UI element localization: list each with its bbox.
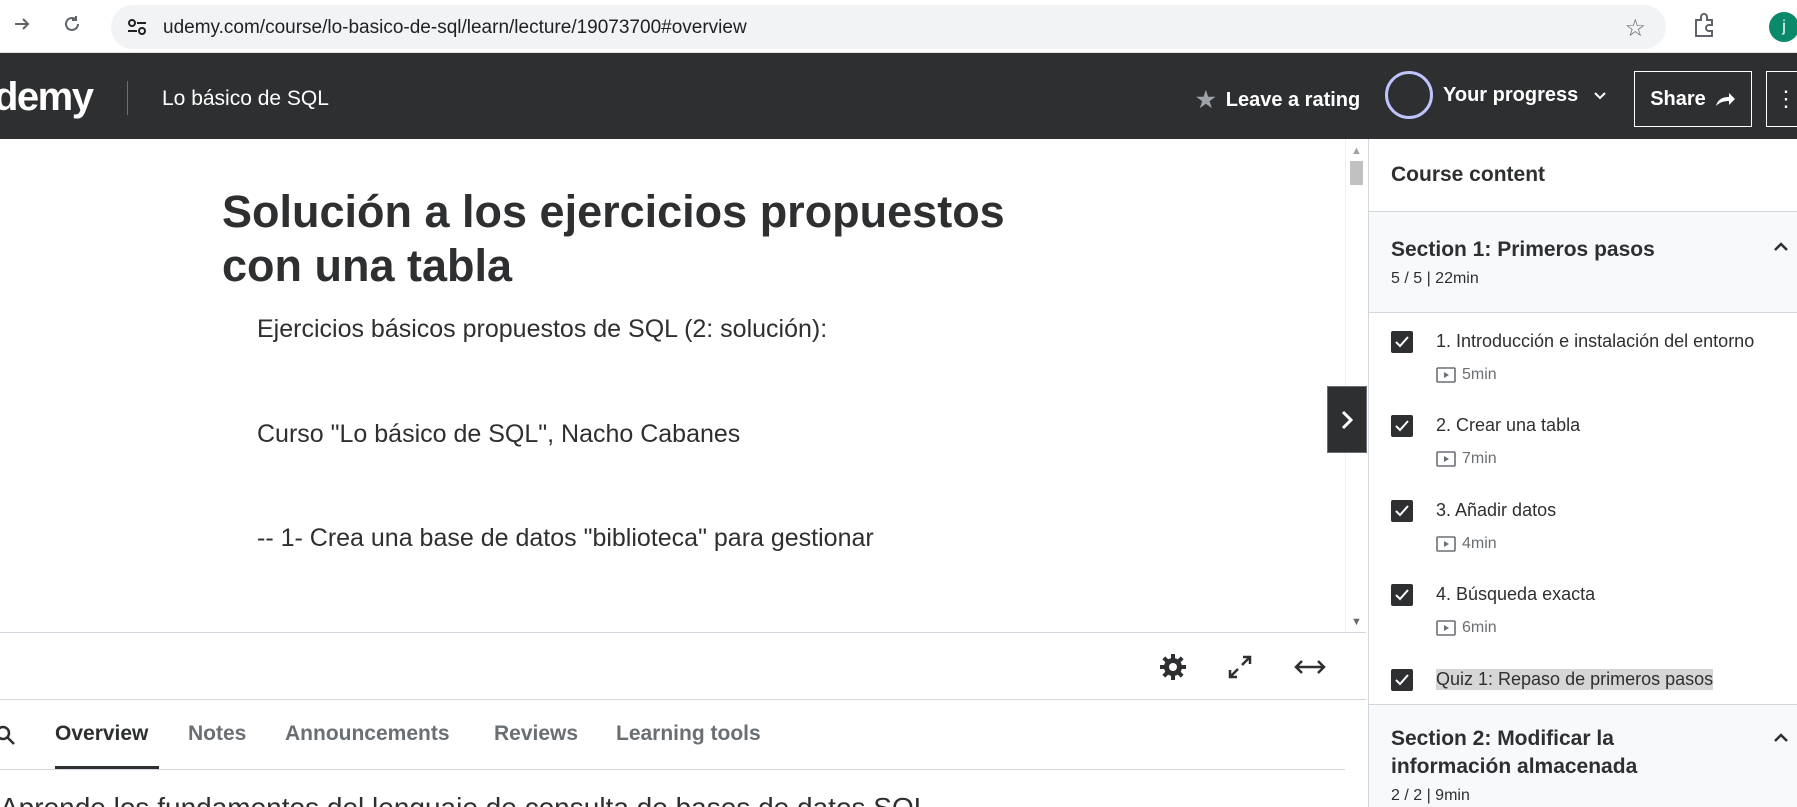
tab-overview[interactable]: Overview: [55, 722, 148, 746]
horizontal-arrows-icon: [1294, 660, 1326, 674]
completed-checkbox[interactable]: [1391, 584, 1413, 606]
lesson-meta: 4min: [1436, 535, 1497, 553]
chevron-up-icon: [1774, 242, 1788, 251]
header-divider: [127, 81, 128, 115]
settings-button[interactable]: [1155, 649, 1191, 685]
completed-checkbox[interactable]: [1391, 500, 1413, 522]
leave-rating-label: Leave a rating: [1225, 88, 1361, 111]
section-header[interactable]: Section 2: Modificar la información alma…: [1369, 704, 1797, 807]
lesson-meta: 7min: [1436, 450, 1497, 468]
course-title-link[interactable]: Lo básico de SQL: [162, 87, 329, 111]
tab-announcements[interactable]: Announcements: [285, 722, 450, 746]
lesson-title: 1. Introducción e instalación del entorn…: [1436, 331, 1755, 351]
expand-icon: [1228, 655, 1252, 679]
forward-icon[interactable]: [10, 12, 34, 36]
extensions-icon[interactable]: [1692, 12, 1718, 38]
section-title: Section 2: Modificar la información alma…: [1391, 727, 1638, 778]
video-icon: [1436, 620, 1456, 636]
your-progress-label: Your progress: [1443, 83, 1579, 106]
lesson-item[interactable]: 2. Crear una tabla 7min: [1369, 403, 1797, 487]
star-icon: ★: [1196, 87, 1216, 112]
lesson-duration: 7min: [1462, 450, 1497, 467]
lecture-paragraph: -- 1- Crea una base de datos "biblioteca…: [257, 524, 874, 552]
your-progress-button[interactable]: Your progress: [1385, 71, 1608, 119]
check-icon: [1395, 420, 1409, 432]
course-content-sidebar: Course content Section 1: Primeros pasos…: [1368, 139, 1797, 807]
toggle-sidebar-button[interactable]: [1327, 386, 1367, 453]
reload-icon[interactable]: [60, 12, 84, 36]
lecture-title: Solución a los ejercicios propuestos con…: [222, 186, 1005, 291]
expanded-view-button[interactable]: [1292, 649, 1328, 685]
active-tab-indicator: [55, 766, 159, 769]
lesson-title: 3. Añadir datos: [1436, 500, 1557, 520]
more-options-button[interactable]: ⋮: [1766, 71, 1797, 127]
address-bar[interactable]: udemy.com/course/lo-basico-de-sql/learn/…: [111, 5, 1666, 49]
scroll-down-arrow-icon[interactable]: ▼: [1351, 616, 1362, 628]
lesson-duration: 5min: [1462, 366, 1497, 383]
url-text[interactable]: udemy.com/course/lo-basico-de-sql/learn/…: [163, 17, 747, 39]
quiz-title: Quiz 1: Repaso de primeros pasos: [1436, 669, 1714, 690]
tab-notes[interactable]: Notes: [188, 722, 246, 746]
check-icon: [1395, 589, 1409, 601]
video-icon: [1436, 367, 1456, 383]
lecture-content: Solución a los ejercicios propuestos con…: [0, 139, 1366, 632]
search-icon[interactable]: [0, 724, 16, 746]
leave-rating-button[interactable]: ★ Leave a rating: [1196, 87, 1360, 113]
sidebar-title: Course content: [1391, 163, 1546, 186]
course-header: demy Lo básico de SQL ★ Leave a rating Y…: [0, 53, 1797, 139]
section-header[interactable]: Section 1: Primeros pasos 5 / 5 | 22min: [1369, 212, 1797, 313]
lecture-paragraph: Curso "Lo básico de SQL", Nacho Cabanes: [257, 420, 741, 448]
lecture-paragraph: Ejercicios básicos propuestos de SQL (2:…: [257, 315, 828, 343]
scrollbar-thumb[interactable]: [1350, 161, 1363, 185]
completed-checkbox[interactable]: [1391, 331, 1413, 353]
fullscreen-button[interactable]: [1222, 649, 1258, 685]
lecture-control-bar: [0, 632, 1366, 700]
check-icon: [1395, 336, 1409, 348]
bookmark-star-icon[interactable]: ☆: [1624, 14, 1646, 43]
video-icon: [1436, 536, 1456, 552]
course-overview-text: Aprende los fundamentos del lenguaje de …: [0, 792, 929, 807]
section-meta: 2 / 2 | 9min: [1391, 787, 1470, 804]
completed-checkbox[interactable]: [1391, 415, 1413, 437]
lesson-item[interactable]: 1. Introducción e instalación del entorn…: [1369, 319, 1797, 403]
scroll-up-arrow-icon[interactable]: ▲: [1351, 145, 1362, 157]
lesson-title: 4. Búsqueda exacta: [1436, 584, 1596, 604]
lesson-item[interactable]: 4. Búsqueda exacta 6min: [1369, 572, 1797, 656]
gear-icon: [1160, 654, 1186, 680]
lesson-duration: 4min: [1462, 535, 1497, 552]
sidebar-header: Course content: [1369, 139, 1797, 212]
section-meta: 5 / 5 | 22min: [1391, 270, 1479, 287]
progress-ring-icon: [1385, 71, 1433, 119]
share-label: Share: [1650, 87, 1706, 110]
check-icon: [1395, 505, 1409, 517]
chevron-down-icon: [1594, 92, 1606, 100]
check-icon: [1395, 674, 1409, 686]
lesson-duration: 6min: [1462, 619, 1497, 636]
site-settings-icon[interactable]: [127, 18, 147, 36]
udemy-logo[interactable]: demy: [0, 75, 94, 120]
share-button[interactable]: Share: [1634, 71, 1752, 127]
tab-learning-tools[interactable]: Learning tools: [616, 722, 761, 746]
completed-checkbox[interactable]: [1391, 669, 1413, 691]
tab-reviews[interactable]: Reviews: [494, 722, 578, 746]
share-arrow-icon: [1715, 93, 1735, 106]
chevron-right-icon: [1341, 410, 1354, 429]
video-icon: [1436, 451, 1456, 467]
chevron-up-icon: [1774, 733, 1788, 742]
profile-avatar[interactable]: j: [1769, 12, 1797, 42]
lesson-meta: 6min: [1436, 619, 1497, 637]
section-title: Section 1: Primeros pasos: [1391, 238, 1655, 261]
course-tabs: Overview Notes Announcements Reviews Lea…: [0, 700, 1345, 770]
browser-toolbar: udemy.com/course/lo-basico-de-sql/learn/…: [0, 0, 1797, 53]
lesson-meta: 5min: [1436, 366, 1497, 384]
lesson-title: 2. Crear una tabla: [1436, 415, 1581, 435]
lesson-item[interactable]: 3. Añadir datos 4min: [1369, 488, 1797, 572]
